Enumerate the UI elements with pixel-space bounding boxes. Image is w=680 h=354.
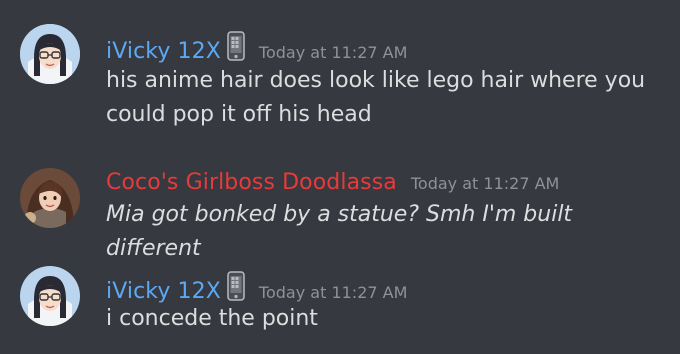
avatar-image — [20, 168, 80, 228]
timestamp: Today at 11:27 AM — [258, 43, 408, 62]
message-text: i concede the point — [106, 306, 318, 331]
timestamp: Today at 11:27 AM — [258, 283, 408, 302]
username[interactable]: iVicky 12X — [106, 39, 221, 64]
message-header: Coco's Girlboss Doodlassa Today at 11:27… — [106, 170, 559, 195]
message-header: iVicky 12X Today at 11:27 AM — [106, 268, 407, 304]
mobile-phone-icon — [227, 31, 245, 61]
message-text: Mia got bonked by a statue? Smh I'm buil… — [106, 202, 573, 261]
user-avatar-ivicky[interactable] — [20, 24, 80, 84]
timestamp: Today at 11:27 AM — [410, 174, 560, 193]
user-avatar-ivicky[interactable] — [20, 266, 80, 326]
username[interactable]: iVicky 12X — [106, 279, 221, 304]
avatar-image — [20, 266, 80, 326]
message-header: iVicky 12X Today at 11:27 AM — [106, 28, 407, 64]
user-avatar-coco[interactable] — [20, 168, 80, 228]
mobile-phone-icon — [227, 271, 245, 301]
avatar-image — [20, 24, 80, 84]
message-text: his anime hair does look like lego hair … — [106, 68, 646, 127]
username[interactable]: Coco's Girlboss Doodlassa — [106, 170, 397, 195]
